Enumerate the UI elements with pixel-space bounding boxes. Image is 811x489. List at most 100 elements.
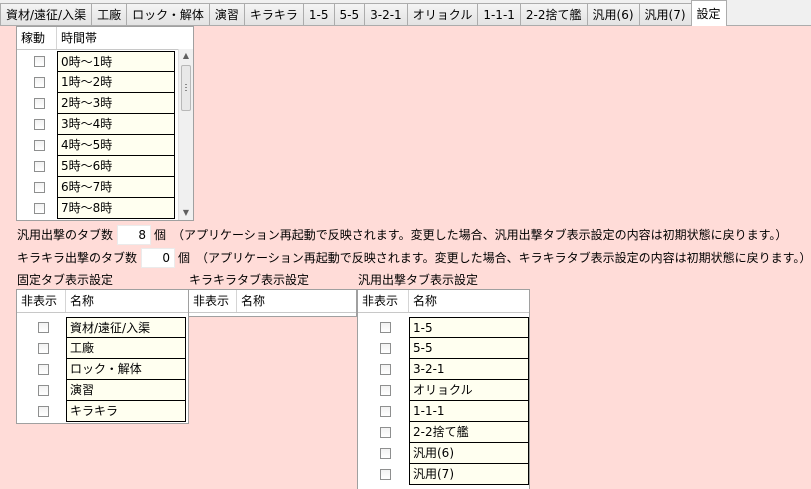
column-header-active[interactable]: 稼動 xyxy=(17,27,57,49)
row-label[interactable]: オリョクル xyxy=(409,380,529,401)
row-checkbox[interactable] xyxy=(38,364,49,375)
row-checkbox-cell xyxy=(21,51,57,72)
row-checkbox[interactable] xyxy=(33,182,45,193)
generic-tab-rows: 1-5 5-5 3-2-1 オリョクル 1-1-1 2-2捨て艦 汎用(6) 汎用(7) xyxy=(358,313,529,485)
row-checkbox[interactable] xyxy=(380,469,391,480)
generic-tab-grid-header: 非表示 名称 xyxy=(358,290,529,313)
tab-10[interactable]: 2-2捨て艦 xyxy=(519,3,588,26)
row-label[interactable]: 汎用(6) xyxy=(409,443,529,464)
scroll-thumb[interactable] xyxy=(181,65,191,111)
row-label[interactable]: 1-5 xyxy=(409,317,529,338)
column-header-name[interactable]: 名称 xyxy=(66,290,188,312)
row-label[interactable]: 2時～3時 xyxy=(57,93,175,114)
row-label[interactable]: 2-2捨て艦 xyxy=(409,422,529,443)
tab-5[interactable]: 1-5 xyxy=(302,3,335,26)
schedule-row: 2時～3時 xyxy=(21,93,193,114)
row-checkbox[interactable] xyxy=(380,406,391,417)
row-label[interactable]: 3-2-1 xyxy=(409,359,529,380)
column-header-hide[interactable]: 非表示 xyxy=(189,290,237,312)
row-label[interactable]: 7時～8時 xyxy=(57,198,175,219)
scroll-up-icon[interactable]: ▲ xyxy=(179,49,193,63)
schedule-row: 0時～1時 xyxy=(21,51,193,72)
row-checkbox-cell xyxy=(362,464,409,485)
schedule-scrollbar[interactable]: ▲ ▼ xyxy=(178,49,193,220)
row-checkbox-cell xyxy=(362,359,409,380)
row-checkbox[interactable] xyxy=(33,203,45,214)
tab-8[interactable]: オリョクル xyxy=(406,3,479,26)
row-label[interactable]: 資材/遠征/入渠 xyxy=(66,317,186,338)
row-label[interactable]: 5-5 xyxy=(409,338,529,359)
row-label[interactable]: 演習 xyxy=(66,380,186,401)
tab-12[interactable]: 汎用(7) xyxy=(638,3,692,26)
row-checkbox-cell xyxy=(362,380,409,401)
row-checkbox[interactable] xyxy=(380,427,391,438)
row-checkbox[interactable] xyxy=(38,406,49,417)
tab-9[interactable]: 1-1-1 xyxy=(477,3,521,26)
tab-11[interactable]: 汎用(6) xyxy=(586,3,640,26)
row-label[interactable]: キラキラ xyxy=(66,401,186,422)
row-checkbox-cell xyxy=(21,156,57,177)
row-label[interactable]: 6時～7時 xyxy=(57,177,175,198)
generic-tab-row: 汎用(7) xyxy=(362,464,529,485)
scroll-down-icon[interactable]: ▼ xyxy=(179,206,193,220)
tab-13[interactable]: 設定 xyxy=(690,0,727,26)
schedule-row: 7時～8時 xyxy=(21,198,193,219)
row-checkbox[interactable] xyxy=(38,322,49,333)
generic-tab-display-grid: 非表示 名称 1-5 5-5 3-2-1 オリョクル 1-1-1 2-2捨て艦 汎用(6) 汎… xyxy=(357,289,530,489)
row-checkbox-cell xyxy=(362,401,409,422)
row-checkbox[interactable] xyxy=(380,343,391,354)
schedule-row: 6時～7時 xyxy=(21,177,193,198)
row-label[interactable]: 4時～5時 xyxy=(57,135,175,156)
row-checkbox[interactable] xyxy=(380,364,391,375)
tab-3[interactable]: 演習 xyxy=(208,3,245,26)
column-header-name[interactable]: 名称 xyxy=(409,290,529,312)
tab-0[interactable]: 資材/遠征/入渠 xyxy=(0,3,93,26)
tab-7[interactable]: 3-2-1 xyxy=(364,3,408,26)
row-label[interactable]: 1時～2時 xyxy=(57,72,175,93)
column-header-time[interactable]: 時間帯 xyxy=(57,27,181,49)
kira-tab-count-label: キラキラ出撃のタブ数 xyxy=(17,251,138,265)
row-checkbox[interactable] xyxy=(38,343,49,354)
row-checkbox-cell xyxy=(21,380,66,401)
row-checkbox-cell xyxy=(21,135,57,156)
row-checkbox[interactable] xyxy=(380,385,391,396)
row-checkbox-cell xyxy=(362,443,409,464)
kira-tab-count-setting: キラキラ出撃のタブ数 0 個 （アプリケーション再起動で反映されます。変更した場… xyxy=(17,248,811,268)
tab-1[interactable]: 工廠 xyxy=(91,3,128,26)
column-header-hide[interactable]: 非表示 xyxy=(17,290,66,312)
generic-tab-row: 3-2-1 xyxy=(362,359,529,380)
row-label[interactable]: 汎用(7) xyxy=(409,464,529,485)
row-checkbox[interactable] xyxy=(33,56,45,67)
row-label[interactable]: 3時～4時 xyxy=(57,114,175,135)
row-label[interactable]: ロック・解体 xyxy=(66,359,186,380)
row-checkbox[interactable] xyxy=(33,161,45,172)
column-header-hide[interactable]: 非表示 xyxy=(358,290,409,312)
tab-bar: 資材/遠征/入渠 工廠 ロック・解体 演習 キラキラ 1-5 5-5 3-2-1 オリョクル 1-… xyxy=(0,0,811,26)
row-checkbox[interactable] xyxy=(33,140,45,151)
generic-tab-count-input[interactable]: 8 xyxy=(117,225,152,245)
row-checkbox[interactable] xyxy=(33,98,45,109)
tab-4[interactable]: キラキラ xyxy=(243,3,304,26)
row-checkbox[interactable] xyxy=(380,448,391,459)
row-checkbox[interactable] xyxy=(33,119,45,130)
row-label[interactable]: 0時～1時 xyxy=(57,51,175,72)
row-label[interactable]: 1-1-1 xyxy=(409,401,529,422)
column-header-name[interactable]: 名称 xyxy=(237,290,356,312)
schedule-grid: 稼動 時間帯 0時～1時 1時～2時 2時～3時 3時～4時 4時～5時 5時～6時 6時～… xyxy=(16,26,194,221)
kira-tab-count-note: （アプリケーション再起動で反映されます。変更した場合、キラキラタブ表示設定の内容… xyxy=(196,251,811,265)
tab-6[interactable]: 5-5 xyxy=(333,3,366,26)
row-label[interactable]: 5時～6時 xyxy=(57,156,175,177)
generic-tab-row: 1-1-1 xyxy=(362,401,529,422)
fixed-tab-display-grid: 非表示 名称 資材/遠征/入渠 工廠 ロック・解体 演習 キラキラ xyxy=(16,289,189,424)
kira-tab-display-grid: 非表示 名称 xyxy=(188,289,357,317)
row-label[interactable]: 工廠 xyxy=(66,338,186,359)
kira-tab-count-input[interactable]: 0 xyxy=(141,248,176,268)
generic-tab-display-title: 汎用出撃タブ表示設定 xyxy=(358,273,479,287)
row-checkbox[interactable] xyxy=(38,385,49,396)
schedule-row: 3時～4時 xyxy=(21,114,193,135)
row-checkbox[interactable] xyxy=(380,322,391,333)
tab-2[interactable]: ロック・解体 xyxy=(126,3,210,26)
generic-tab-row: 5-5 xyxy=(362,338,529,359)
row-checkbox-cell xyxy=(21,114,57,135)
row-checkbox[interactable] xyxy=(33,77,45,88)
